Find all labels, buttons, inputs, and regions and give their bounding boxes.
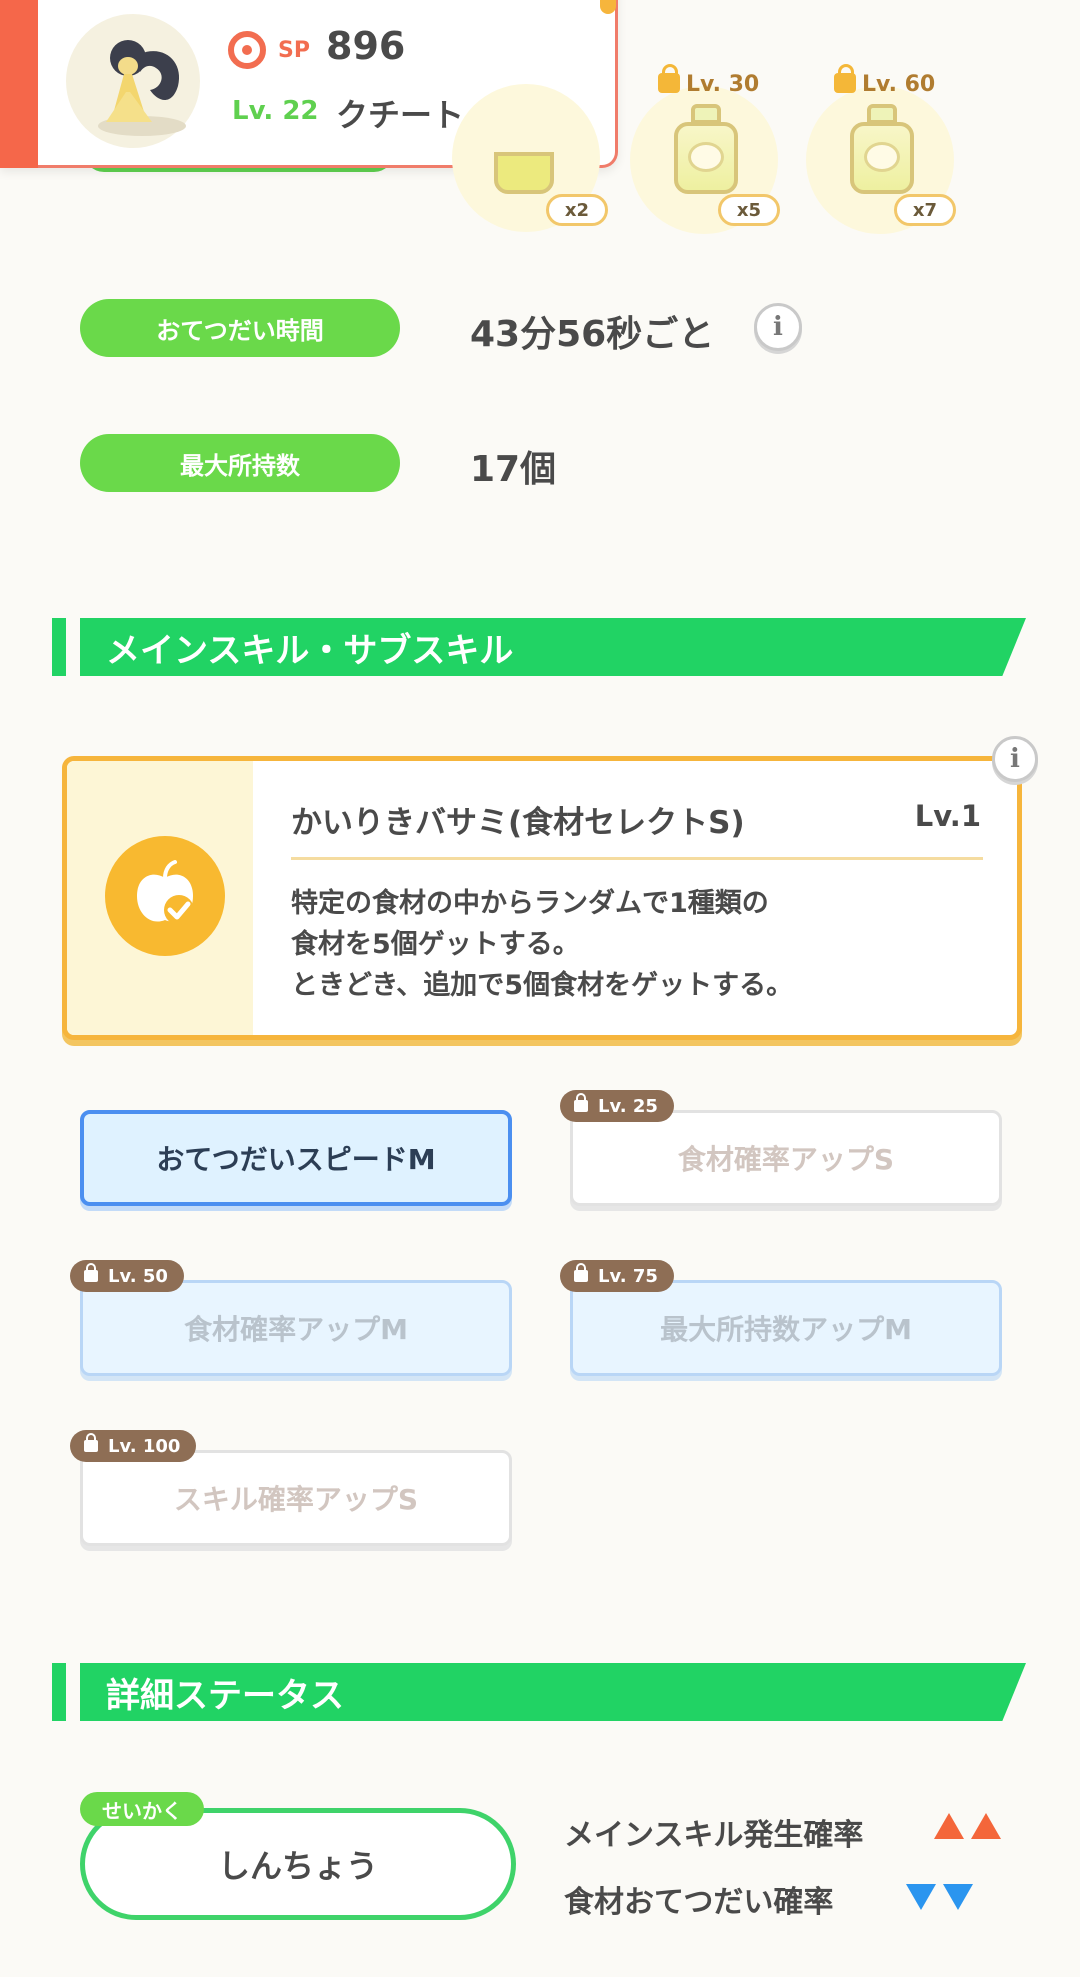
sp-label: SP bbox=[278, 38, 310, 63]
unlock-level-tag: Lv. 25 bbox=[560, 1090, 674, 1122]
ingredient-slot-2[interactable]: Lv. 30 x5 bbox=[624, 64, 794, 234]
sub-skill-4[interactable]: 最大所持数アップM bbox=[570, 1280, 1002, 1376]
lock-icon bbox=[574, 1263, 588, 1282]
unlock-text: Lv. 30 bbox=[686, 72, 760, 97]
down-arrow-icon bbox=[943, 1884, 974, 1910]
up-arrows-icon bbox=[934, 1813, 1002, 1843]
skills-section-title: メインスキル・サブスキル bbox=[80, 618, 1026, 676]
ingredient-quantity: x2 bbox=[546, 194, 608, 226]
sub-skill-3[interactable]: 食材確率アップM bbox=[80, 1280, 512, 1376]
pokemon-avatar bbox=[66, 14, 200, 148]
mawile-sprite-icon bbox=[98, 40, 186, 136]
jar-label bbox=[688, 142, 724, 172]
max-carry-value: 17個 bbox=[470, 449, 557, 490]
apple-check-icon bbox=[105, 836, 225, 956]
jar-neck bbox=[691, 104, 721, 124]
main-skill-name: かいりきバサミ(食材セレクトS) bbox=[291, 805, 745, 841]
section-tick bbox=[52, 618, 66, 676]
info-icon[interactable]: i bbox=[754, 303, 802, 351]
section-tick bbox=[52, 1663, 66, 1721]
main-skill-card[interactable]: かいりきバサミ(食材セレクトS) Lv.1 特定の食材の中からランダムで1種類の… bbox=[62, 756, 1022, 1040]
unlock-level-text: Lv. 25 bbox=[598, 1095, 658, 1117]
details-section-title: 詳細ステータス bbox=[80, 1663, 1026, 1721]
sub-skill-2[interactable]: 食材確率アップS bbox=[570, 1110, 1002, 1206]
description-line: 特定の食材の中からランダムで1種類の bbox=[291, 888, 769, 919]
help-time-label: おてつだい時間 bbox=[80, 299, 400, 357]
lock-icon bbox=[834, 64, 856, 93]
unlock-level-text: Lv. 50 bbox=[108, 1265, 168, 1287]
lock-icon bbox=[658, 64, 680, 93]
effect-label: 食材おてつだい確率 bbox=[564, 1885, 834, 1920]
lock-icon bbox=[84, 1433, 98, 1452]
lock-icon bbox=[574, 1093, 588, 1112]
sub-skill-5[interactable]: スキル確率アップS bbox=[80, 1450, 512, 1546]
ingredient-quantity: x5 bbox=[718, 194, 780, 226]
down-arrows-icon bbox=[906, 1884, 974, 1914]
lock-icon bbox=[84, 1263, 98, 1282]
ingredient-slot-3[interactable]: Lv. 60 x7 bbox=[800, 64, 980, 234]
down-arrow-icon bbox=[906, 1884, 936, 1910]
nature-effect-up: メインスキル発生確率 bbox=[564, 1810, 863, 1854]
sub-skill-1[interactable]: おてつだいスピードM bbox=[80, 1110, 512, 1206]
honey-jar-icon bbox=[494, 152, 554, 194]
pokemon-name: クチート bbox=[336, 96, 465, 134]
effect-label: メインスキル発生確率 bbox=[564, 1818, 864, 1853]
up-arrow-icon bbox=[934, 1813, 964, 1839]
main-skill-level: Lv.1 bbox=[914, 799, 981, 833]
nature-effect-down: 食材おてつだい確率 bbox=[564, 1877, 833, 1921]
help-time-value: 43分56秒ごと bbox=[470, 314, 715, 355]
unlock-level-text: Lv. 75 bbox=[598, 1265, 658, 1287]
unlock-level-text: Lv. 100 bbox=[108, 1435, 181, 1457]
main-skill-description: 特定の食材の中からランダムで1種類の 食材を5個ゲットする。 ときどき、追加で5… bbox=[291, 883, 793, 1006]
level-label: Lv. 22 bbox=[232, 96, 319, 126]
description-line: ときどき、追加で5個食材をゲットする。 bbox=[291, 970, 794, 1001]
ingredient-quantity: x7 bbox=[894, 194, 956, 226]
unlock-text: Lv. 60 bbox=[862, 72, 936, 97]
nature-tag: せいかく bbox=[80, 1792, 204, 1826]
header-accent-stripe bbox=[0, 0, 38, 168]
ingredient-unlock-level: Lv. 60 bbox=[834, 64, 936, 97]
pokeball-icon bbox=[228, 31, 266, 69]
max-carry-label: 最大所持数 bbox=[80, 434, 400, 492]
jar-neck bbox=[867, 104, 897, 124]
sp-value: 896 bbox=[326, 24, 406, 68]
skill-divider bbox=[291, 857, 983, 860]
apple-check-glyph bbox=[137, 860, 194, 925]
jar-label bbox=[864, 142, 900, 172]
unlock-level-tag: Lv. 50 bbox=[70, 1260, 184, 1292]
unlock-level-tag: Lv. 100 bbox=[70, 1430, 197, 1462]
ingredient-slot-1[interactable]: x2 bbox=[448, 80, 624, 232]
info-icon[interactable]: i bbox=[992, 736, 1038, 782]
unlock-level-tag: Lv. 75 bbox=[560, 1260, 674, 1292]
description-line: 食材を5個ゲットする。 bbox=[291, 929, 580, 960]
up-arrow-icon bbox=[971, 1813, 1002, 1839]
ingredient-unlock-level: Lv. 30 bbox=[658, 64, 760, 97]
